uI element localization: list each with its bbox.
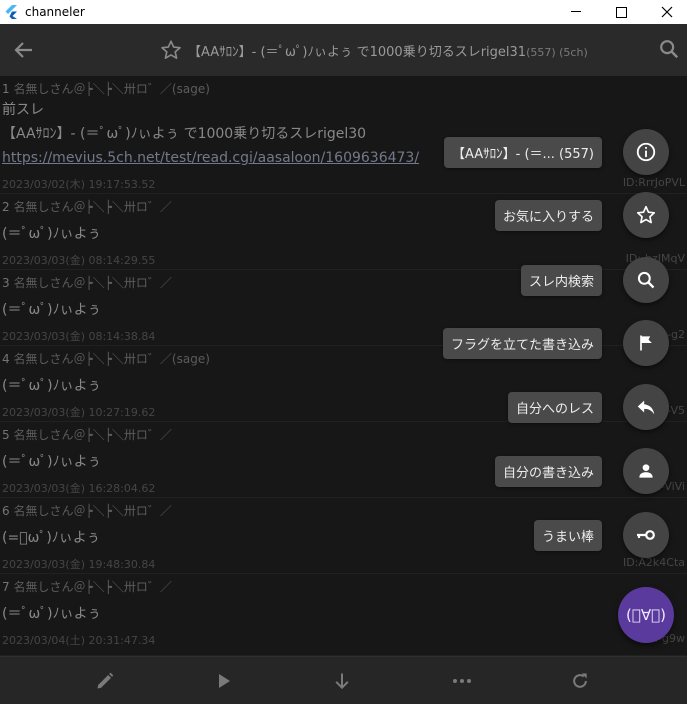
flutter-logo-icon — [4, 5, 18, 19]
back-arrow-icon[interactable] — [10, 38, 36, 62]
dial-label[interactable]: 自分の書き込み — [494, 455, 602, 487]
dial-label[interactable]: うまい棒 — [533, 519, 602, 551]
dial-label[interactable]: 自分へのレス — [507, 391, 602, 423]
key-icon[interactable] — [623, 512, 669, 558]
dial-item-replies-to-me[interactable]: 自分へのレス — [507, 384, 669, 430]
fab-main-button[interactable]: (ﾟ∀ﾟ) — [618, 587, 674, 643]
refresh-icon[interactable] — [568, 669, 592, 693]
close-window-icon[interactable] — [644, 0, 687, 24]
play-icon[interactable] — [212, 669, 236, 693]
dial-item-umaibo[interactable]: うまい棒 — [533, 512, 669, 558]
dial-label[interactable]: スレ内検索 — [520, 264, 602, 296]
dial-item-thread-info[interactable]: 【AAｻﾛﾝ】- (＝... (557) — [443, 129, 669, 175]
thread-count: (557) (5ch) — [526, 46, 588, 59]
search-icon[interactable] — [623, 257, 669, 303]
app-bar: 【AAｻﾛﾝ】- (＝ﾟωﾟ)ﾉぃよぅ で1000乗り切るスレrigel31(5… — [0, 24, 687, 76]
info-icon[interactable] — [623, 129, 669, 175]
dial-item-favorite[interactable]: お気に入りする — [494, 192, 669, 238]
dial-label[interactable]: 【AAｻﾛﾝ】- (＝... (557) — [443, 136, 602, 168]
maximize-icon[interactable] — [598, 0, 644, 24]
dial-item-my-posts[interactable]: 自分の書き込み — [494, 448, 669, 494]
window-title: channeler — [25, 5, 85, 19]
dial-item-flagged[interactable]: フラグを立てた書き込み — [442, 320, 669, 366]
thread-title-text: 【AAｻﾛﾝ】- (＝ﾟωﾟ)ﾉぃよぅ で1000乗り切るスレrigel31 — [188, 45, 527, 60]
search-icon[interactable] — [658, 38, 682, 62]
pencil-icon[interactable] — [93, 669, 117, 693]
dial-label[interactable]: フラグを立てた書き込み — [442, 327, 602, 359]
person-icon[interactable] — [623, 448, 669, 494]
bottom-toolbar — [0, 656, 687, 704]
window-titlebar: channeler — [0, 0, 687, 24]
star-icon[interactable] — [623, 192, 669, 238]
more-horizontal-icon[interactable] — [450, 669, 474, 693]
thread-title: 【AAｻﾛﾝ】- (＝ﾟωﾟ)ﾉぃよぅ で1000乗り切るスレrigel31(5… — [188, 41, 588, 60]
minimize-icon[interactable] — [553, 0, 599, 24]
dial-label[interactable]: お気に入りする — [494, 199, 602, 231]
favorite-star-icon[interactable] — [160, 39, 182, 61]
flag-icon[interactable] — [623, 320, 669, 366]
dial-item-search[interactable]: スレ内検索 — [520, 257, 669, 303]
arrow-down-icon[interactable] — [330, 669, 354, 693]
reply-icon[interactable] — [623, 384, 669, 430]
